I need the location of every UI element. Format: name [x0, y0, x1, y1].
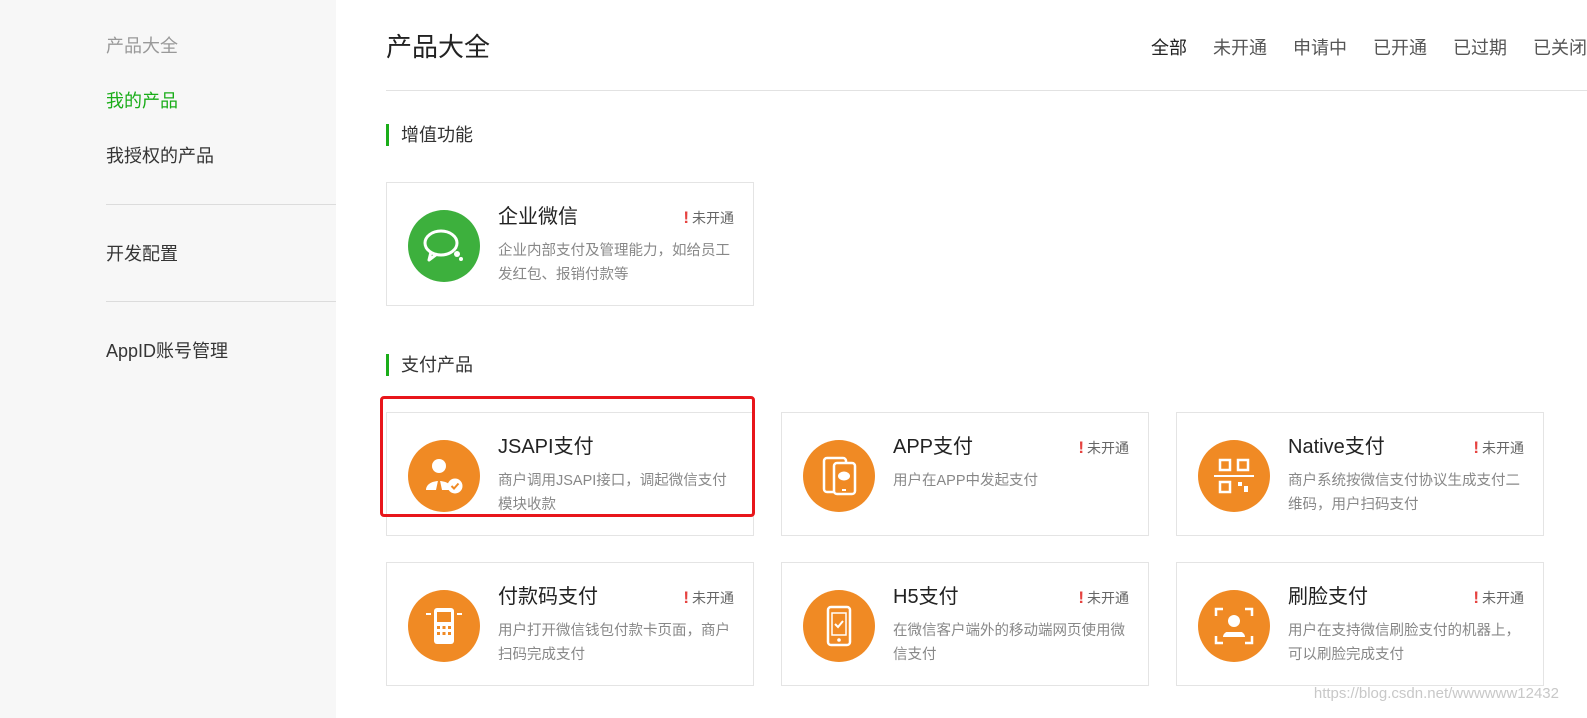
mobile-app-icon: [803, 440, 875, 512]
main-content: 产品大全 全部 未开通 申请中 已开通 已过期 已关闭 增值功能 企业微信 ! 未…: [380, 0, 1587, 718]
tab-not-activated[interactable]: 未开通: [1213, 36, 1267, 60]
sidebar: 产品大全 我的产品 我授权的产品 开发配置 AppID账号管理: [0, 0, 336, 718]
card-description: 商户调用JSAPI接口，调起微信支付模块收款: [498, 473, 727, 513]
h5-phone-icon: [803, 590, 875, 662]
tab-activated[interactable]: 已开通: [1373, 36, 1427, 60]
sidebar-divider: [106, 204, 336, 205]
status-badge: ! 未开通: [1078, 588, 1129, 607]
card-description: 用户在支持微信刷脸支付的机器上，可以刷脸完成支付: [1288, 623, 1520, 663]
card-title: 企业微信: [498, 206, 578, 228]
card-description: 商户系统按微信支付协议生成支付二维码，用户扫码支付: [1288, 473, 1520, 513]
status-badge: ! 未开通: [683, 588, 734, 607]
product-card-payment-code[interactable]: 付款码支付 ! 未开通 用户打开微信钱包付款卡页面，商户扫码完成支付: [386, 562, 754, 686]
product-card-jsapi[interactable]: JSAPI支付 商户调用JSAPI接口，调起微信支付模块收款: [386, 412, 754, 536]
status-filter-tabs: 全部 未开通 申请中 已开通 已过期 已关闭: [1151, 36, 1587, 60]
wecom-chat-icon: [408, 210, 480, 282]
card-title: Native支付: [1288, 436, 1385, 458]
sidebar-item-dev-config[interactable]: 开发配置: [106, 242, 178, 266]
card-title: APP支付: [893, 436, 974, 458]
alert-icon: !: [1078, 588, 1084, 607]
product-card-h5-pay[interactable]: H5支付 ! 未开通 在微信客户端外的移动端网页使用微信支付: [781, 562, 1149, 686]
product-card-native-pay[interactable]: Native支付 ! 未开通 商户系统按微信支付协议生成支付二维码，用户扫码支付: [1176, 412, 1544, 536]
alert-icon: !: [1078, 438, 1084, 457]
card-title: 刷脸支付: [1288, 586, 1368, 608]
card-description: 用户在APP中发起支付: [893, 473, 1039, 489]
jsapi-user-icon: [408, 440, 480, 512]
tab-closed[interactable]: 已关闭: [1533, 36, 1587, 60]
sidebar-item-appid-management[interactable]: AppID账号管理: [106, 339, 228, 363]
sidebar-item-authorized-products[interactable]: 我授权的产品: [106, 144, 214, 168]
product-card-wecom[interactable]: 企业微信 ! 未开通 企业内部支付及管理能力，如给员工发红包、报销付款等: [386, 182, 754, 306]
status-badge: ! 未开通: [1078, 438, 1129, 457]
card-description: 企业内部支付及管理能力，如给员工发红包、报销付款等: [498, 243, 730, 283]
watermark: https://blog.csdn.net/wwwwww12432: [1313, 685, 1559, 702]
status-badge: ! 未开通: [1473, 588, 1524, 607]
section-title-payment: 支付产品: [386, 354, 473, 376]
tab-expired[interactable]: 已过期: [1453, 36, 1507, 60]
sidebar-item-my-products[interactable]: 我的产品: [106, 89, 178, 113]
header-divider: [386, 90, 1587, 91]
alert-icon: !: [683, 588, 689, 607]
product-card-app-pay[interactable]: APP支付 ! 未开通 用户在APP中发起支付: [781, 412, 1149, 536]
card-title: JSAPI支付: [498, 436, 594, 458]
tab-applying[interactable]: 申请中: [1293, 36, 1347, 60]
qr-scan-icon: [1198, 440, 1270, 512]
status-badge: ! 未开通: [1473, 438, 1524, 457]
alert-icon: !: [683, 208, 689, 227]
sidebar-item-all-products[interactable]: 产品大全: [106, 34, 178, 58]
card-description: 在微信客户端外的移动端网页使用微信支付: [893, 623, 1125, 663]
card-title: H5支付: [893, 586, 959, 608]
alert-icon: !: [1473, 438, 1479, 457]
section-title-value-added: 增值功能: [386, 124, 473, 146]
card-description: 用户打开微信钱包付款卡页面，商户扫码完成支付: [498, 623, 730, 663]
face-scan-icon: [1198, 590, 1270, 662]
product-card-face-pay[interactable]: 刷脸支付 ! 未开通 用户在支持微信刷脸支付的机器上，可以刷脸完成支付: [1176, 562, 1544, 686]
sidebar-divider: [106, 301, 336, 302]
pos-terminal-icon: [408, 590, 480, 662]
tab-all[interactable]: 全部: [1151, 36, 1187, 60]
alert-icon: !: [1473, 588, 1479, 607]
page-title: 产品大全: [386, 32, 491, 62]
card-title: 付款码支付: [498, 586, 598, 608]
status-badge: ! 未开通: [683, 208, 734, 227]
